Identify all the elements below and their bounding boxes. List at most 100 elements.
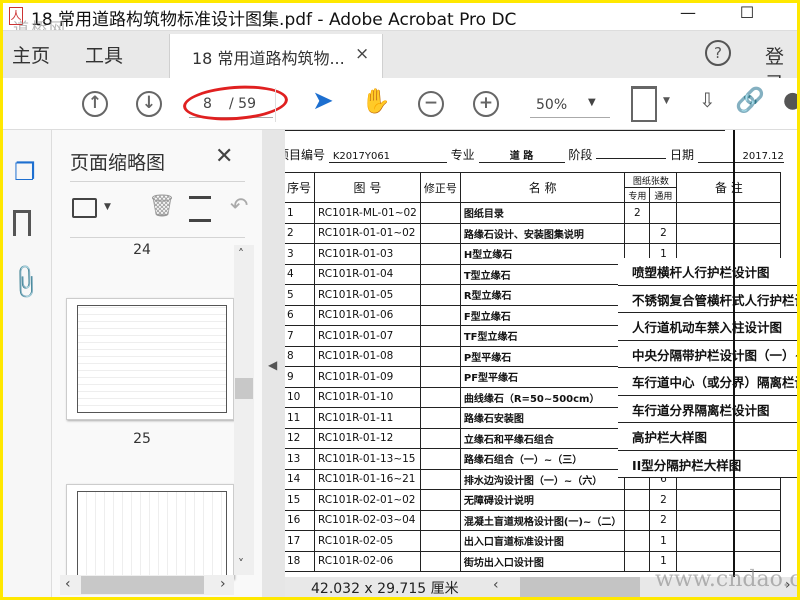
thumbnail-drawing: [77, 491, 227, 581]
rotate-page-icon[interactable]: ↶: [230, 194, 248, 219]
scroll-left-icon[interactable]: ‹: [65, 576, 71, 592]
row-general: 2: [649, 509, 678, 531]
thumbnail-vertical-scrollbar[interactable]: ˄ ˅: [234, 245, 254, 575]
tab-tools[interactable]: 工具: [85, 41, 123, 68]
document-view[interactable]: 项目编号 K2017Y061 专业 道 路 阶段 日期 2017.12 序号 图…: [285, 130, 797, 577]
row-name: 无障碍设计说明: [459, 489, 626, 511]
row-revision: [419, 386, 461, 408]
row-seq: 1: [285, 202, 316, 224]
hand-tool-icon[interactable]: ✋: [361, 87, 391, 115]
share-link-icon[interactable]: 🔗: [735, 86, 765, 114]
help-icon[interactable]: ?: [705, 40, 731, 66]
thumbnail-horizontal-scrollbar[interactable]: ‹ ›: [60, 575, 234, 595]
bookmark-icon[interactable]: [13, 210, 31, 236]
table-row: 15 RC101R-02-01~02 无障碍设计说明 2: [285, 489, 782, 511]
row-general: [649, 202, 678, 224]
user-icon[interactable]: ●: [783, 88, 797, 113]
row-dedicated: 2: [624, 202, 651, 224]
scroll-up-icon[interactable]: ˄: [238, 247, 244, 261]
scroll-left-icon[interactable]: ‹: [493, 577, 499, 593]
row-drawing-no: RC101R-02-05: [314, 530, 421, 552]
next-page-icon[interactable]: ↓: [136, 91, 162, 117]
row-drawing-no: RC101R-01-12: [314, 427, 421, 449]
previous-page-icon[interactable]: ↑: [82, 91, 108, 117]
collapse-panel-strip[interactable]: ◀: [262, 130, 285, 597]
major: 道 路: [478, 147, 565, 163]
row-drawing-no: RC101R-01-10: [314, 386, 421, 408]
tab-home[interactable]: 主页: [12, 41, 50, 68]
minimize-button[interactable]: —: [668, 3, 708, 27]
row-general: 2: [649, 222, 678, 244]
row-revision: [419, 550, 461, 572]
row-seq: 14: [285, 468, 316, 490]
scroll-thumb[interactable]: [235, 378, 253, 399]
row-seq: 4: [285, 263, 316, 285]
chevron-down-icon: ▼: [588, 97, 596, 108]
header-name: 名 称: [459, 172, 626, 203]
row-name: H型立缘石: [459, 243, 626, 265]
row-revision: [419, 222, 461, 244]
row-revision: [419, 263, 461, 285]
row-seq: 5: [285, 284, 316, 306]
horizontal-scroll-thumb[interactable]: [520, 577, 640, 597]
scroll-right-icon[interactable]: ›: [220, 576, 226, 592]
scroll-thumb[interactable]: [81, 576, 204, 594]
row-seq: 12: [285, 427, 316, 449]
status-bar: 42.032 x 29.715 厘米 ‹ › www.cndao.com: [285, 567, 797, 597]
zoom-select[interactable]: 50% ▼: [530, 92, 610, 118]
stage-label: 阶段: [568, 148, 593, 162]
page-thumbnails-icon[interactable]: ❐: [14, 158, 36, 186]
select-cursor-icon[interactable]: ➤: [312, 86, 334, 116]
thumbnail-options-icon[interactable]: [72, 198, 97, 218]
navigation-pane-strip: ❐ 📎: [3, 130, 52, 597]
row-seq: 6: [285, 304, 316, 326]
insert-page-icon[interactable]: [189, 196, 211, 222]
chevron-down-icon[interactable]: ▼: [104, 202, 111, 212]
page-fit-icon[interactable]: [631, 86, 657, 122]
close-tab-icon[interactable]: ×: [355, 44, 369, 64]
row-drawing-no: RC101R-01-16~21: [314, 468, 421, 490]
row-name: R型立缘石: [459, 284, 626, 306]
maximize-button[interactable]: ☐: [727, 3, 767, 27]
row-drawing-no: RC101R-01-08: [314, 345, 421, 367]
row-name: 路缘石设计、安装图集说明: [459, 222, 626, 244]
scroll-down-icon[interactable]: ˅: [238, 557, 244, 571]
header-remarks: 备 注: [676, 172, 782, 203]
row-seq: 9: [285, 366, 316, 388]
row-name: 街坊出入口设计图: [459, 550, 626, 572]
overlay-list-item: 不锈钢复合管横杆式人行护栏设计图: [618, 286, 797, 313]
panel-title: 页面缩略图: [70, 152, 166, 174]
row-dedicated: [624, 509, 651, 531]
divider: [275, 88, 276, 122]
zoom-out-icon[interactable]: −: [418, 91, 444, 117]
close-panel-icon[interactable]: ✕: [215, 144, 233, 169]
table-row: 17 RC101R-02-05 出入口盲道标准设计图 1: [285, 530, 782, 552]
zoom-in-icon[interactable]: +: [473, 91, 499, 117]
project-info: 项目编号 K2017Y061 专业 道 路 阶段 日期 2017.12: [285, 146, 784, 163]
tab-document[interactable]: 18 常用道路构筑物... ×: [169, 34, 383, 79]
row-drawing-no: RC101R-01-03: [314, 243, 421, 265]
delete-page-icon[interactable]: 🗑: [148, 194, 176, 219]
row-remarks: [676, 222, 782, 244]
row-remarks: [676, 530, 782, 552]
row-name: T型立缘石: [459, 263, 626, 285]
row-seq: 2: [285, 222, 316, 244]
row-name: 排水边沟设计图（一）~（六）: [459, 468, 626, 490]
attachment-icon[interactable]: 📎: [5, 262, 46, 303]
zoom-value: 50%: [536, 97, 568, 113]
chevron-down-icon[interactable]: ▼: [663, 96, 670, 106]
row-revision: [419, 468, 461, 490]
row-revision: [419, 345, 461, 367]
row-revision: [419, 325, 461, 347]
collapse-arrow-icon[interactable]: ◀: [268, 358, 277, 372]
page-size: 42.032 x 29.715 厘米: [311, 581, 459, 597]
scroll-mode-icon[interactable]: ⇩: [699, 88, 716, 112]
row-revision: [419, 448, 461, 470]
page-thumbnail[interactable]: [66, 484, 234, 581]
row-name: 曲线缘石（R=50~500cm）: [459, 386, 626, 408]
row-name: 路缘石组合（一）~（三）: [459, 448, 626, 470]
page-thumbnail[interactable]: [66, 298, 234, 420]
row-name: 图纸目录: [459, 202, 626, 224]
row-revision: [419, 366, 461, 388]
row-drawing-no: RC101R-01-05: [314, 284, 421, 306]
